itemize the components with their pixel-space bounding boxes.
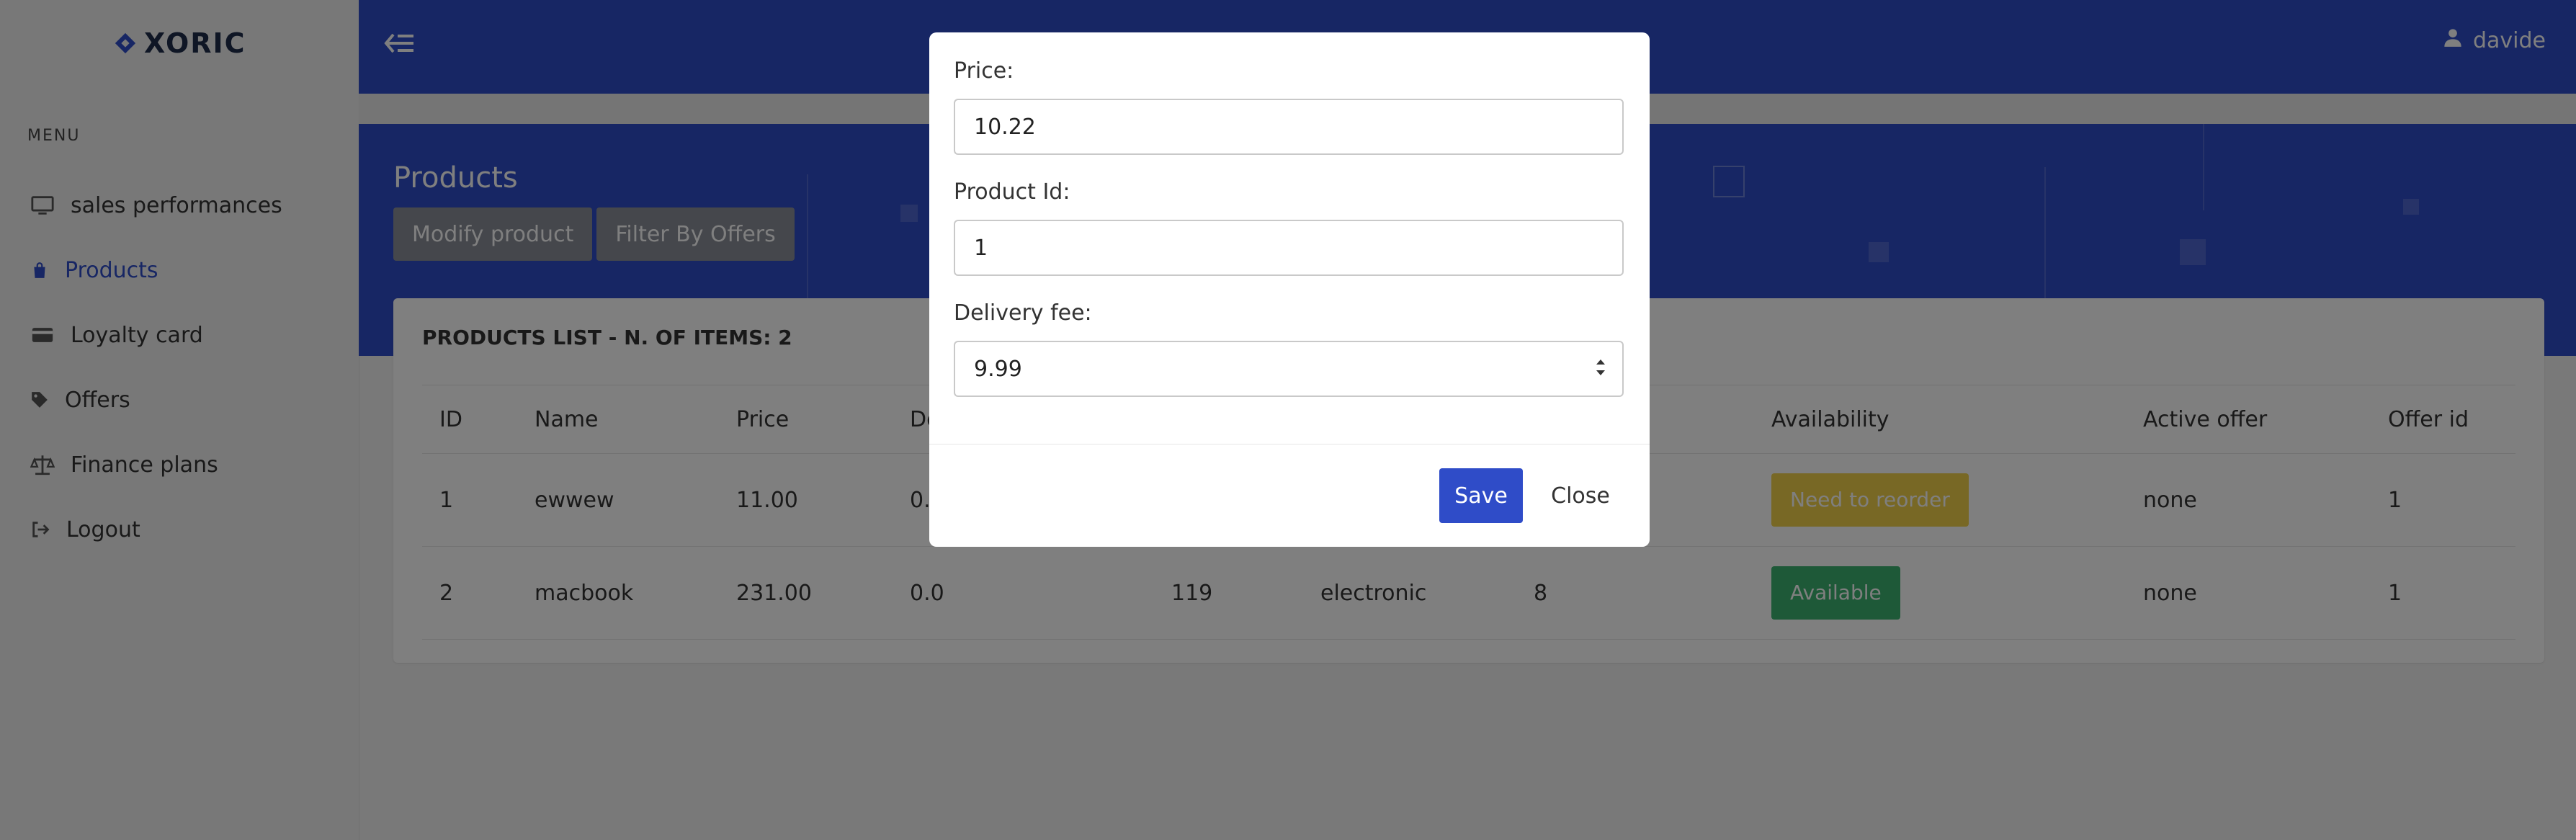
delivery-fee-field: 9.99 [954, 341, 1624, 397]
number-stepper[interactable] [1593, 355, 1608, 380]
product-id-label: Product Id: [954, 179, 1070, 205]
close-button[interactable]: Close [1537, 468, 1624, 523]
stepper-arrows-icon [1596, 359, 1605, 375]
save-button[interactable]: Save [1439, 468, 1523, 523]
delivery-fee-label: Delivery fee: [954, 300, 1092, 326]
modify-product-modal: Price: Product Id: Delivery fee: 9.99 Sa… [929, 32, 1650, 547]
price-label: Price: [954, 58, 1014, 84]
price-input[interactable] [954, 99, 1624, 155]
delivery-fee-input[interactable]: 9.99 [954, 341, 1624, 397]
product-id-input[interactable] [954, 220, 1624, 276]
